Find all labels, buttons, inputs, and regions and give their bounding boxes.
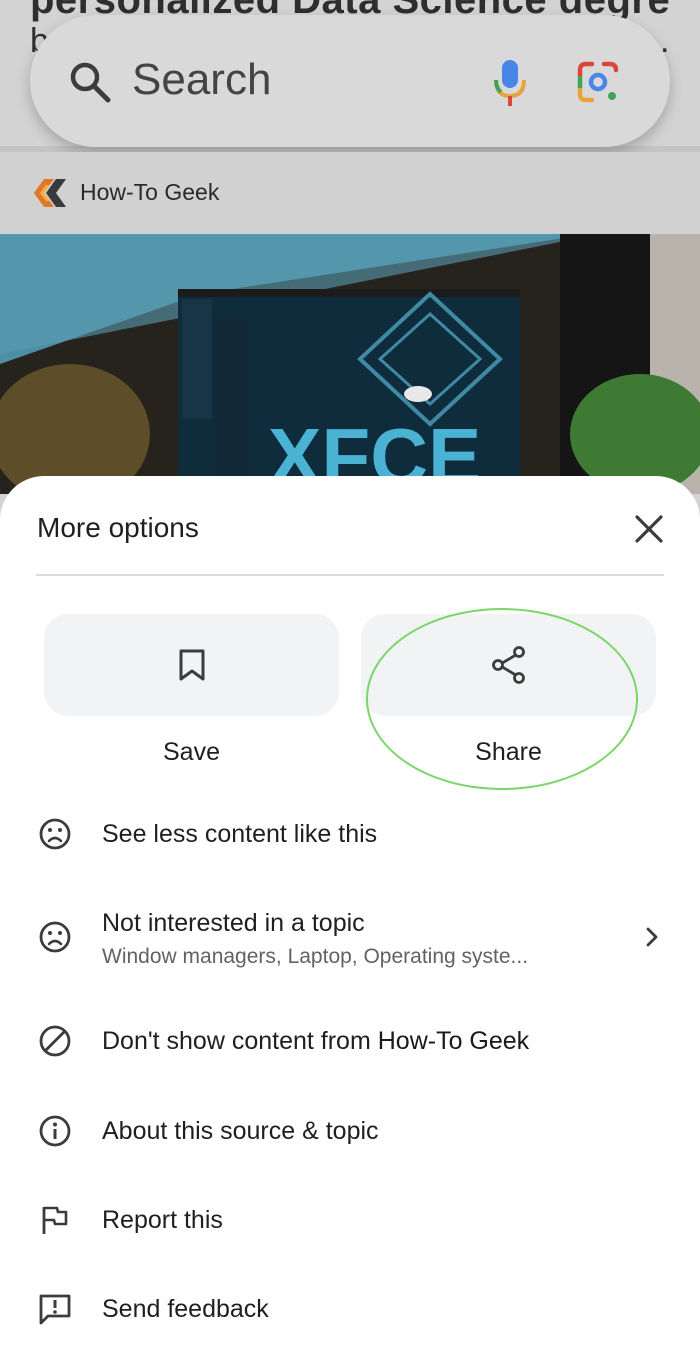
share-button[interactable] — [361, 614, 656, 716]
info-icon — [39, 1115, 71, 1147]
about-source-label: About this source & topic — [102, 1117, 379, 1145]
feedback-icon — [39, 1294, 71, 1325]
about-source-option[interactable]: About this source & topic — [0, 1091, 700, 1171]
report-option[interactable]: Report this — [0, 1180, 700, 1260]
source-name[interactable]: How-To Geek — [80, 179, 219, 206]
article-image-illustration: XFCE — [0, 234, 700, 494]
send-feedback-option[interactable]: Send feedback — [0, 1269, 700, 1349]
block-icon — [39, 1025, 71, 1057]
report-label: Report this — [102, 1206, 223, 1234]
search-input[interactable]: Search — [132, 55, 271, 105]
dont-show-source-label: Don't show content from How-To Geek — [102, 1027, 529, 1056]
microphone-icon[interactable] — [492, 58, 528, 108]
dont-show-source-option[interactable]: Don't show content from How-To Geek — [0, 1001, 700, 1081]
bookmark-icon — [179, 649, 204, 681]
not-interested-label: Not interested in a topic — [102, 909, 365, 937]
sheet-divider — [36, 574, 664, 576]
send-feedback-label: Send feedback — [102, 1295, 269, 1323]
save-label: Save — [163, 738, 220, 766]
flag-icon — [42, 1206, 68, 1234]
search-icon — [70, 62, 111, 103]
share-label: Share — [475, 738, 542, 766]
how-to-geek-logo-icon — [34, 179, 66, 207]
see-less-label: See less content like this — [102, 820, 378, 848]
sheet-title: More options — [37, 512, 199, 543]
not-interested-topics: Window managers, Laptop, Operating syste… — [102, 945, 529, 968]
search-bar[interactable] — [30, 15, 670, 147]
article-image[interactable]: XFCE — [0, 234, 700, 494]
sad-face-icon — [39, 921, 71, 953]
chevron-right-icon — [646, 927, 658, 947]
see-less-option[interactable]: See less content like this — [0, 794, 700, 874]
more-options-sheet: More options Save Share See less content… — [0, 476, 700, 1367]
dont-show-prefix: Don't show content from — [102, 1027, 378, 1055]
not-interested-option[interactable]: Not interested in a topic Window manager… — [0, 888, 700, 988]
share-icon — [491, 646, 525, 684]
sad-face-icon — [39, 818, 71, 850]
save-button[interactable] — [44, 614, 339, 716]
dont-show-source-name: How-To Geek — [377, 1027, 530, 1055]
google-lens-icon[interactable] — [576, 60, 620, 104]
close-icon[interactable] — [630, 510, 668, 548]
